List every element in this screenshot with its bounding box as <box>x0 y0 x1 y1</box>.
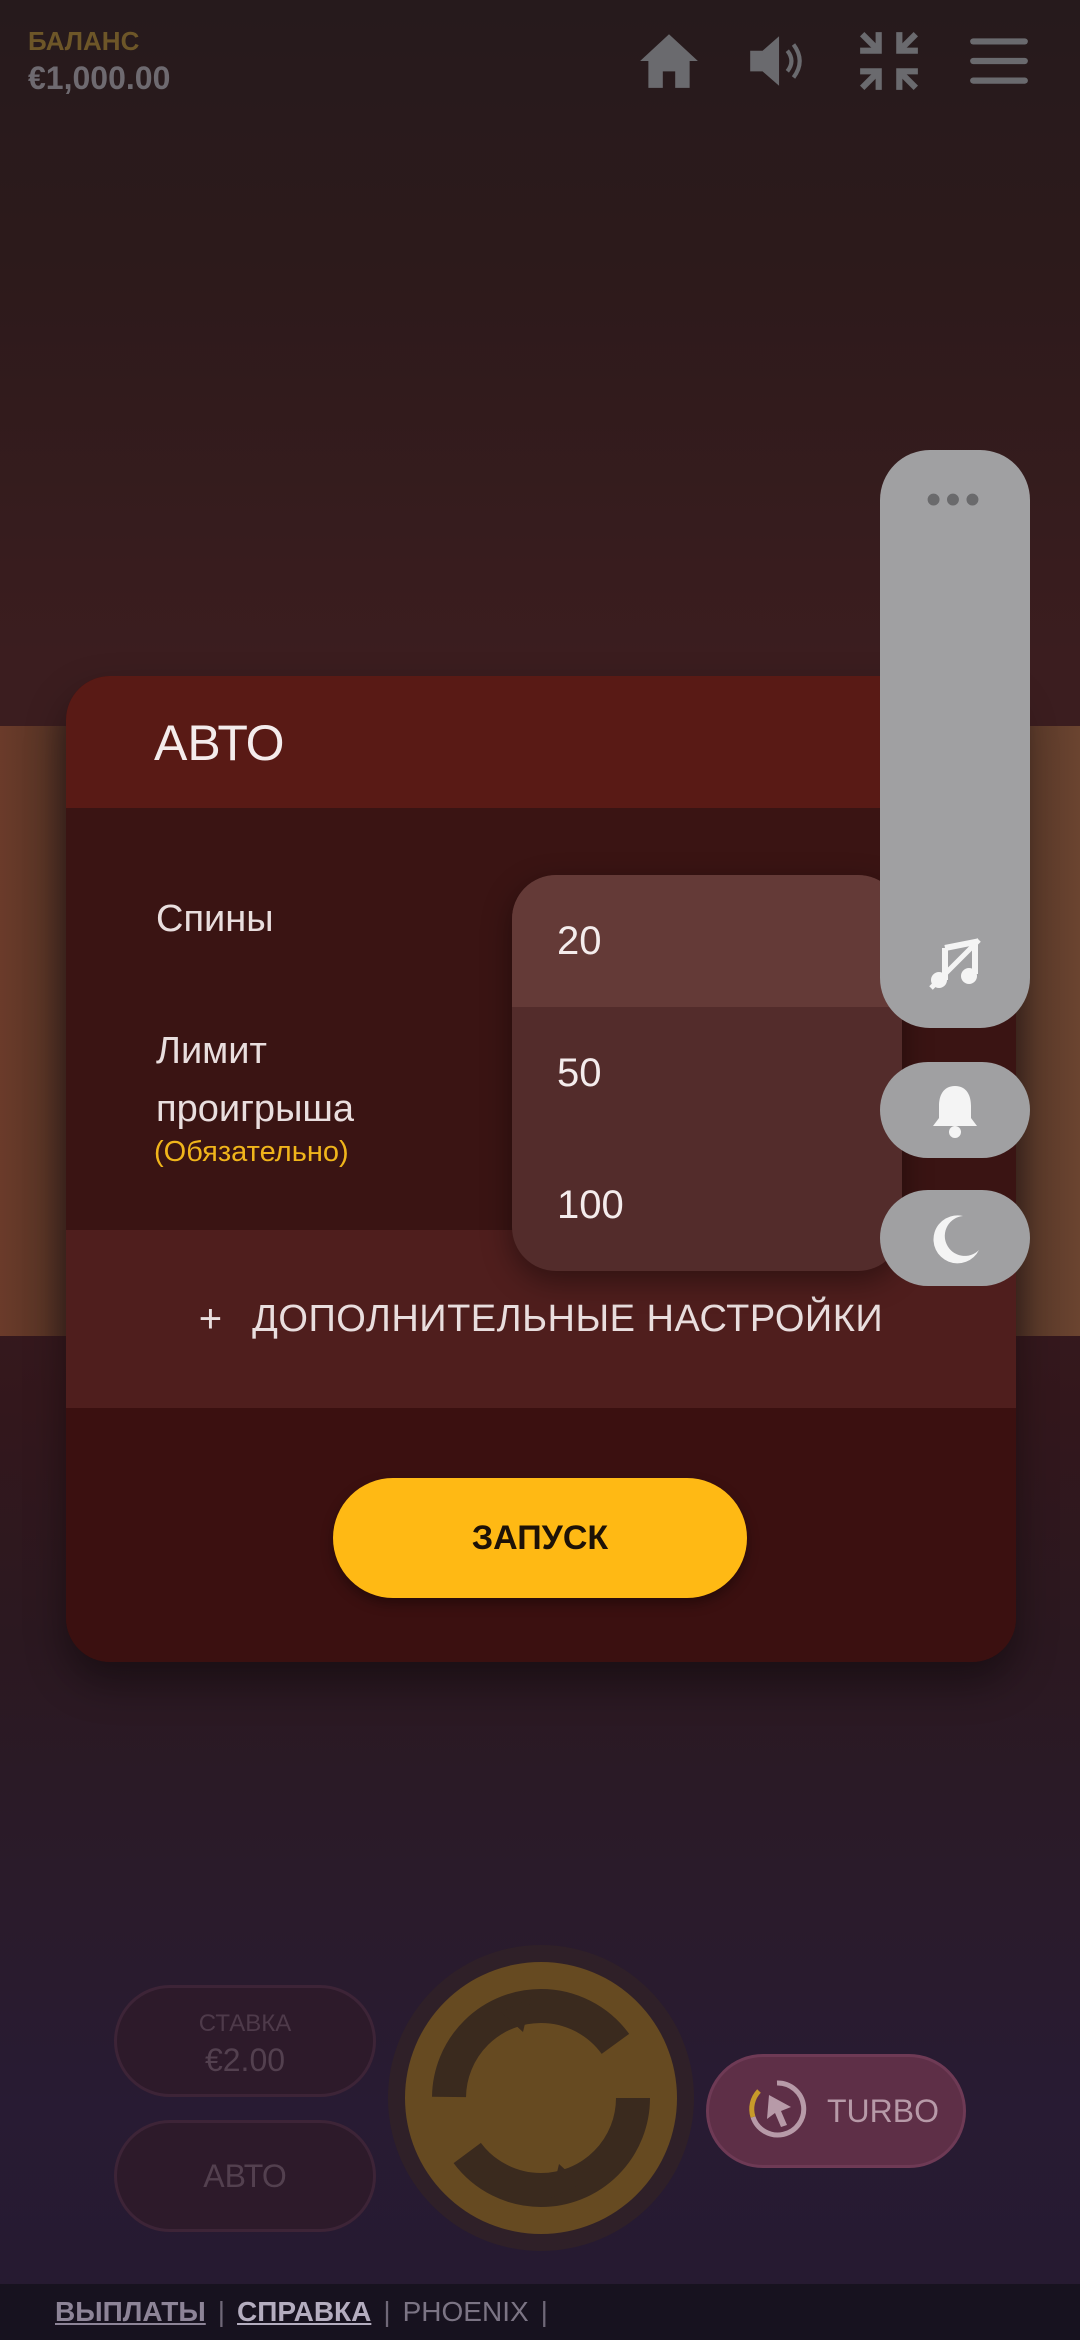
balance-value: €1,000.00 <box>28 60 171 96</box>
bet-button[interactable]: СТАВКА €2.00 <box>114 1985 376 2097</box>
turbo-icon <box>745 2077 809 2146</box>
footer-separator: | <box>383 2296 391 2327</box>
plus-icon: + <box>198 1296 223 1341</box>
spin-arrows-icon <box>432 1989 650 2207</box>
auto-button[interactable]: АВТО <box>114 2120 376 2232</box>
side-quick-panel[interactable]: ••• <box>880 450 1030 1028</box>
modal-header: АВТО <box>66 676 1016 808</box>
top-bar: БАЛАНС €1,000.00 <box>0 0 1080 120</box>
spins-label: Спины <box>156 898 274 940</box>
game-name: PHOENIX <box>402 2296 529 2327</box>
footer-bar: ВЫПЛАТЫ | СПРАВКА | PHOENIX | <box>0 2284 1080 2340</box>
exit-fullscreen-icon[interactable] <box>856 28 922 94</box>
help-link[interactable]: СПРАВКА <box>237 2296 371 2328</box>
loss-limit-label-line2: проигрыша <box>156 1088 354 1130</box>
music-off-icon[interactable] <box>927 936 983 992</box>
bet-label: СТАВКА <box>198 2010 292 2037</box>
extra-settings-label: ДОПОЛНИТЕЛЬНЫЕ НАСТРОЙКИ <box>252 1297 884 1340</box>
required-note: (Обязательно) <box>154 1136 349 1168</box>
loss-limit-label-line1: Лимит <box>156 1030 267 1072</box>
notifications-button[interactable] <box>880 1062 1030 1158</box>
spin-button[interactable] <box>405 1962 677 2234</box>
modal-footer: ЗАПУСК <box>66 1408 1016 1662</box>
dropdown-option[interactable]: 20 <box>512 875 902 1007</box>
start-button[interactable]: ЗАПУСК <box>333 1478 747 1598</box>
bell-icon <box>929 1082 981 1138</box>
moon-icon <box>927 1210 983 1266</box>
footer-separator: | <box>217 2296 226 2327</box>
turbo-label: TURBO <box>827 2092 939 2129</box>
balance-label: БАЛАНС <box>28 26 140 56</box>
dropdown-option[interactable]: 100 <box>512 1139 902 1271</box>
footer-separator: | <box>540 2296 548 2327</box>
home-icon[interactable] <box>636 28 702 94</box>
sound-icon[interactable] <box>744 28 810 94</box>
more-dots-icon[interactable]: ••• <box>880 478 1030 522</box>
dropdown-option[interactable]: 50 <box>512 1007 902 1139</box>
modal-title: АВТО <box>154 715 285 771</box>
dark-mode-button[interactable] <box>880 1190 1030 1286</box>
bet-value: €2.00 <box>204 2042 286 2078</box>
payouts-link[interactable]: ВЫПЛАТЫ <box>55 2296 206 2328</box>
turbo-button[interactable]: TURBO <box>706 2054 966 2168</box>
menu-icon[interactable] <box>966 28 1032 94</box>
spins-dropdown: 20 50 100 <box>512 875 902 1271</box>
